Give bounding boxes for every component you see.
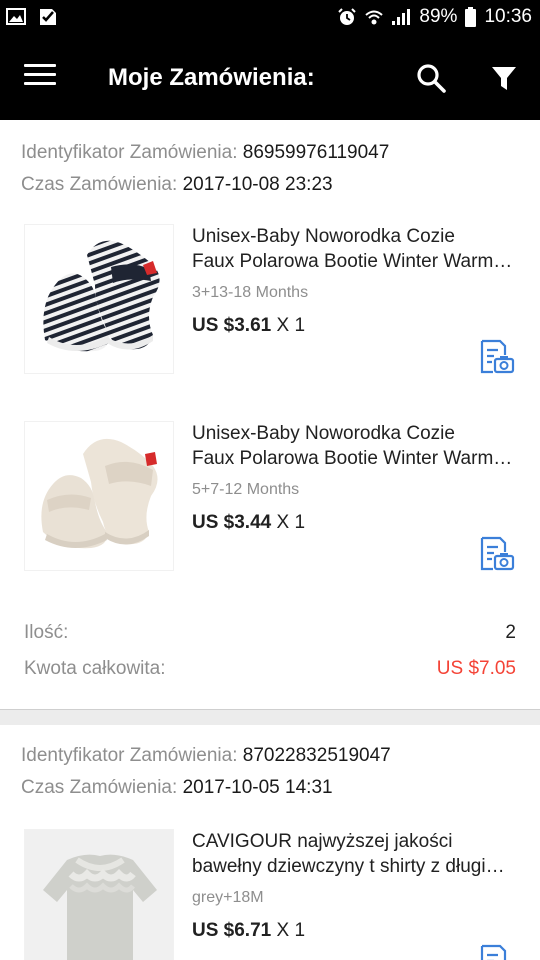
product-image-grey-ruffle-shirt xyxy=(24,829,174,960)
order-id-label: Identyfikator Zamówienia: xyxy=(21,142,238,163)
status-bar: 89% 10:36 xyxy=(0,0,540,36)
product-qty: X 1 xyxy=(276,920,306,941)
order-item[interactable]: CAVIGOUR najwyższej jakości bawełny dzie… xyxy=(0,829,540,960)
order-id-row: Identyfikator Zamówienia: 87022832519047 xyxy=(21,745,391,767)
order-item[interactable]: Unisex-Baby Noworodka Cozie Faux Polarow… xyxy=(0,224,540,384)
total-row: Kwota całkowita: US $7.05 xyxy=(24,658,516,680)
quantity-value: 2 xyxy=(505,622,516,643)
product-price: US $3.44 xyxy=(192,512,272,533)
product-price-row: US $6.71 X 1 xyxy=(192,920,305,942)
page-title: Moje Zamówienia: xyxy=(108,64,315,91)
product-variant: 5+7-12 Months xyxy=(192,481,300,498)
alarm-icon xyxy=(337,7,357,27)
wifi-icon xyxy=(365,8,384,26)
product-price: US $6.71 xyxy=(192,920,272,941)
order-card[interactable]: Identyfikator Zamówienia: 86959976119047… xyxy=(0,121,540,710)
quantity-label: Ilość: xyxy=(24,622,69,643)
product-image-cream-booties xyxy=(24,421,174,571)
search-icon[interactable] xyxy=(415,62,447,94)
product-variant: 3+13-18 Months xyxy=(192,284,309,301)
product-image-striped-booties xyxy=(24,224,174,374)
order-time-label: Czas Zamówienia: xyxy=(21,777,178,798)
clock: 10:36 xyxy=(484,6,532,27)
product-qty: X 1 xyxy=(276,512,306,533)
total-value: US $7.05 xyxy=(436,658,516,679)
order-time-row: Czas Zamówienia: 2017-10-05 14:31 xyxy=(21,777,333,799)
battery-icon xyxy=(465,7,477,27)
battery-percent: 89% xyxy=(419,6,458,27)
quantity-row: Ilość: 2 xyxy=(24,622,516,644)
order-item[interactable]: Unisex-Baby Noworodka Cozie Faux Polarow… xyxy=(0,421,540,581)
product-title[interactable]: Unisex-Baby Noworodka Cozie Faux Polarow… xyxy=(192,224,517,274)
menu-icon[interactable] xyxy=(24,64,60,92)
product-qty: X 1 xyxy=(276,315,306,336)
order-id-value: 87022832519047 xyxy=(242,745,391,766)
product-price-row: US $3.61 X 1 xyxy=(192,315,305,337)
order-time-value: 2017-10-05 14:31 xyxy=(182,777,333,798)
filter-icon[interactable] xyxy=(489,62,519,94)
image-icon xyxy=(6,7,26,27)
order-id-label: Identyfikator Zamówienia: xyxy=(21,745,238,766)
total-label: Kwota całkowita: xyxy=(24,658,166,679)
product-title[interactable]: CAVIGOUR najwyższej jakości bawełny dzie… xyxy=(192,829,517,879)
review-photo-icon[interactable] xyxy=(478,338,516,376)
order-time-row: Czas Zamówienia: 2017-10-08 23:23 xyxy=(21,174,333,196)
product-title[interactable]: Unisex-Baby Noworodka Cozie Faux Polarow… xyxy=(192,421,517,471)
order-divider xyxy=(0,710,540,725)
order-time-value: 2017-10-08 23:23 xyxy=(182,174,333,195)
product-price: US $3.61 xyxy=(192,315,272,336)
review-photo-icon[interactable] xyxy=(478,943,516,960)
product-price-row: US $3.44 X 1 xyxy=(192,512,305,534)
app-bar: Moje Zamówienia: xyxy=(0,36,540,120)
order-time-label: Czas Zamówienia: xyxy=(21,174,178,195)
review-photo-icon[interactable] xyxy=(478,535,516,573)
order-card[interactable]: Identyfikator Zamówienia: 87022832519047… xyxy=(0,725,540,960)
order-id-row: Identyfikator Zamówienia: 86959976119047 xyxy=(21,142,389,164)
order-id-value: 86959976119047 xyxy=(242,142,390,163)
signal-icon xyxy=(391,8,411,26)
product-variant: grey+18M xyxy=(192,889,264,906)
checklist-icon xyxy=(38,7,58,27)
